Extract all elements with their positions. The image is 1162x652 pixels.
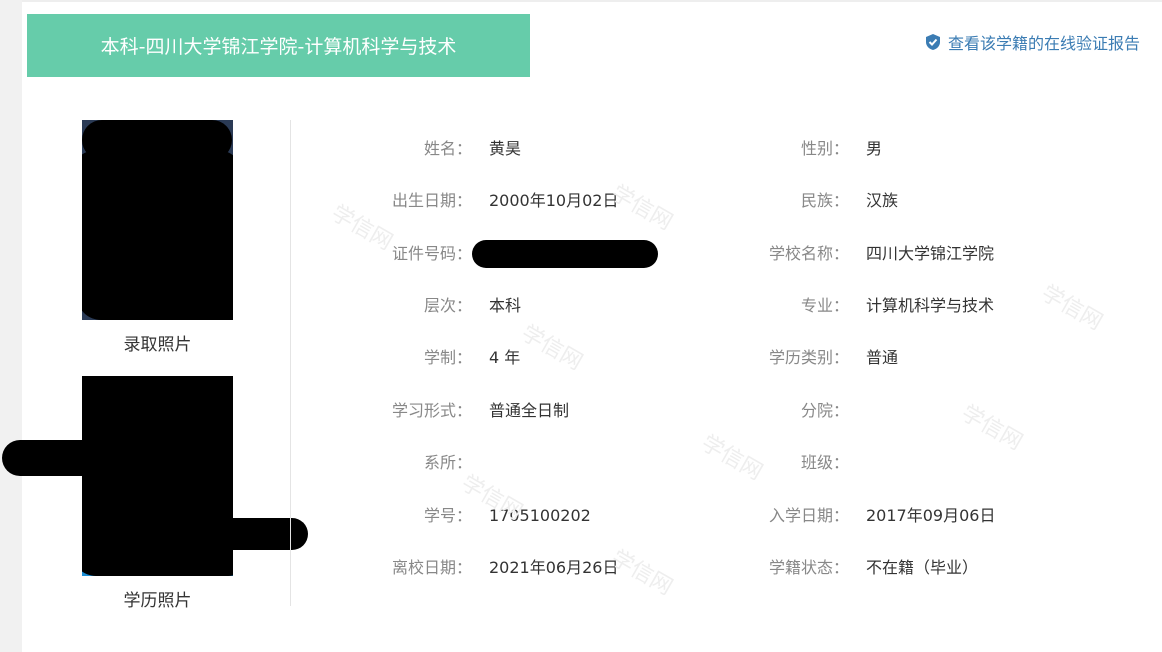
ethnicity-value: 汉族 xyxy=(866,191,899,210)
school-value: 四川大学锦江学院 xyxy=(866,244,995,263)
enroll-date-value: 2017年09月06日 xyxy=(866,506,996,525)
top-divider xyxy=(22,0,1162,2)
record-title-banner: 本科-四川大学锦江学院-计算机科学与技术 xyxy=(27,14,530,77)
ethnicity-label: 民族： xyxy=(800,191,849,210)
school-label: 学校名称： xyxy=(768,244,849,263)
admission-photo-caption: 录取照片 xyxy=(123,335,192,355)
status-label: 学籍状态： xyxy=(768,558,849,577)
gender-label: 性别： xyxy=(800,139,849,158)
id-number-redaction xyxy=(472,240,658,268)
column-divider xyxy=(290,120,291,606)
shield-check-icon xyxy=(925,34,940,50)
major-label: 专业： xyxy=(800,296,849,315)
edu-type-label: 学历类别： xyxy=(768,348,849,367)
name-value: 黄昊 xyxy=(489,139,522,158)
status-value: 不在籍（毕业） xyxy=(866,558,979,577)
duration-label: 学制： xyxy=(423,348,472,367)
birthdate-label: 出生日期： xyxy=(391,191,472,210)
duration-value: 4 年 xyxy=(489,348,521,367)
level-value: 本科 xyxy=(489,296,522,315)
name-label: 姓名： xyxy=(423,139,472,158)
verify-report-label: 查看该学籍的在线验证报告 xyxy=(947,34,1140,53)
photo-column: 录取照片 学历照片 xyxy=(2,118,308,611)
degree-photo-caption: 学历照片 xyxy=(123,591,192,611)
watermark: 学信网 xyxy=(516,320,587,376)
student-no-value: 1705100202 xyxy=(489,506,591,525)
watermark: 学信网 xyxy=(956,400,1027,456)
department-label: 系所： xyxy=(423,453,472,472)
leave-date-label: 离校日期： xyxy=(391,558,472,577)
edu-type-value: 普通 xyxy=(866,348,899,367)
verify-report-link[interactable]: 查看该学籍的在线验证报告 xyxy=(925,30,1140,54)
id-number-label: 证件号码： xyxy=(391,244,472,263)
admission-photo xyxy=(82,120,233,320)
study-form-value: 普通全日制 xyxy=(489,401,570,420)
left-rail xyxy=(0,0,22,652)
study-form-label: 学习形式： xyxy=(391,401,472,420)
watermark: 学信网 xyxy=(1036,280,1107,336)
record-title: 本科-四川大学锦江学院-计算机科学与技术 xyxy=(100,36,457,58)
watermark: 学信网 xyxy=(696,430,767,486)
gender-value: 男 xyxy=(866,139,883,158)
major-value: 计算机科学与技术 xyxy=(866,296,995,315)
leave-date-value: 2021年06月26日 xyxy=(489,558,619,577)
level-label: 层次： xyxy=(423,296,472,315)
birthdate-value: 2000年10月02日 xyxy=(489,191,619,210)
class-label: 班级： xyxy=(800,453,849,472)
branch-label: 分院： xyxy=(800,401,849,420)
student-no-label: 学号： xyxy=(423,506,472,525)
enroll-date-label: 入学日期： xyxy=(768,506,849,525)
watermark: 学信网 xyxy=(326,200,397,256)
